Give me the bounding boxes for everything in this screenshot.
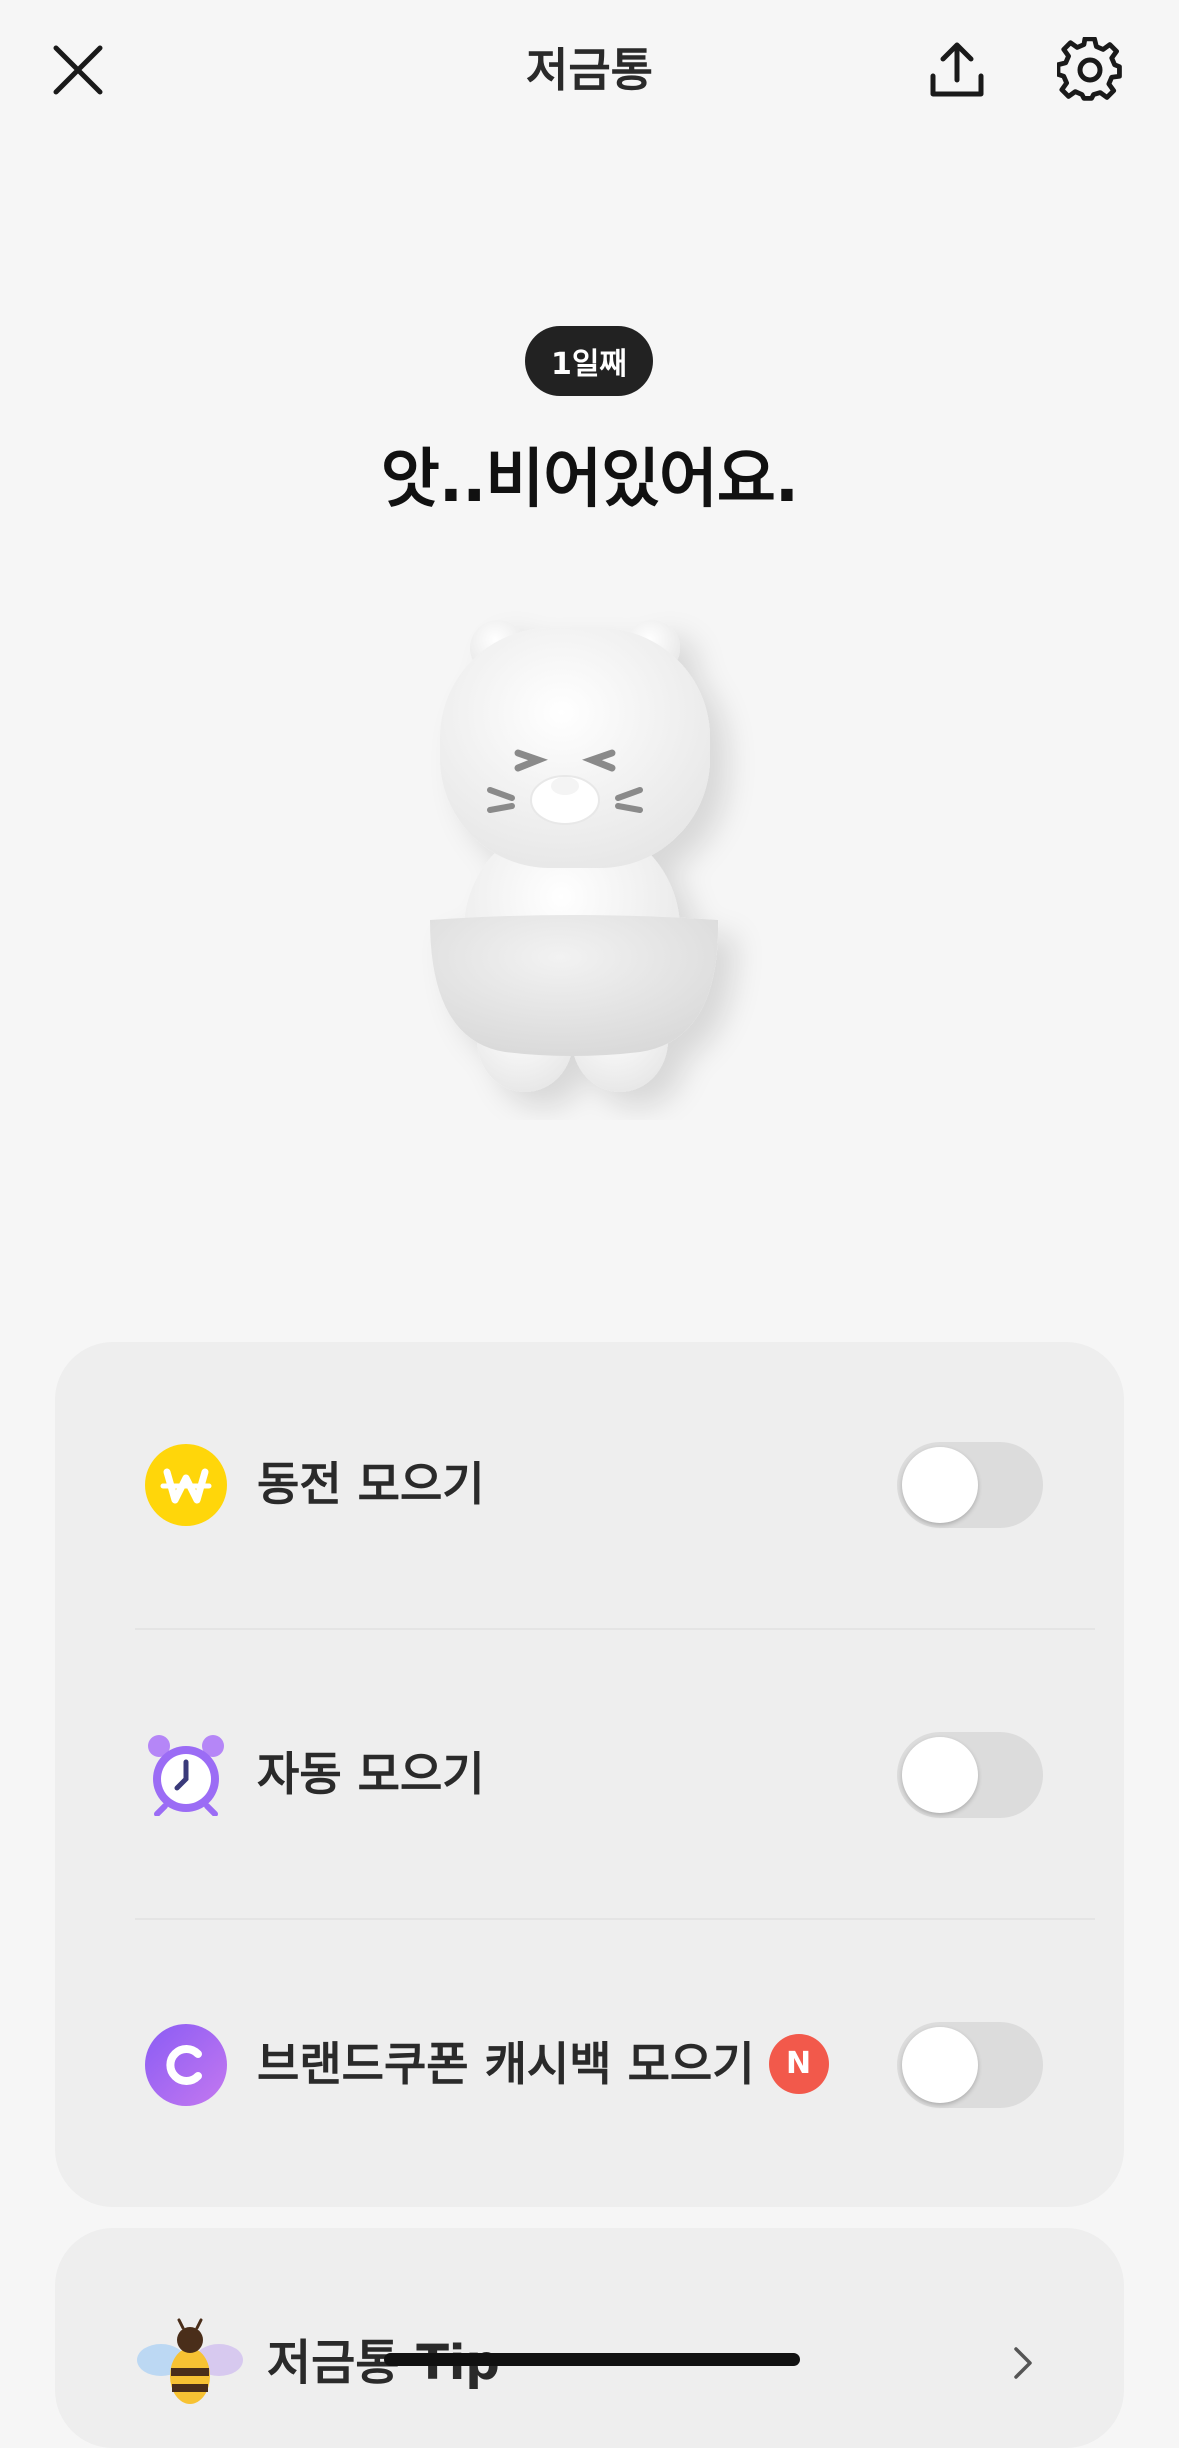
top-bar: 저금통 bbox=[0, 0, 1179, 140]
toggle-knob bbox=[902, 1447, 978, 1523]
cashback-toggle[interactable] bbox=[897, 2022, 1043, 2108]
toggle-knob bbox=[902, 2027, 978, 2103]
option-label: 동전 모으기 bbox=[257, 1457, 485, 1511]
divider bbox=[135, 1918, 1095, 1920]
option-label: 브랜드쿠폰 캐시백 모으기 N bbox=[257, 1964, 829, 2164]
new-badge: N bbox=[768, 2033, 829, 2094]
option-row-auto[interactable]: 자동 모으기 bbox=[55, 1674, 1124, 1874]
gear-icon bbox=[1057, 37, 1122, 101]
chevron-right-icon bbox=[1014, 2347, 1032, 2379]
option-row-cashback[interactable]: 브랜드쿠폰 캐시백 모으기 N bbox=[55, 1964, 1124, 2164]
alarm-clock-icon bbox=[148, 1735, 224, 1816]
empty-bear-character bbox=[400, 600, 780, 1120]
page-title: 저금통 bbox=[526, 43, 653, 97]
settings-button[interactable] bbox=[1050, 30, 1130, 110]
auto-toggle[interactable] bbox=[897, 1732, 1043, 1818]
divider bbox=[135, 1628, 1095, 1630]
option-label: 자동 모으기 bbox=[257, 1747, 485, 1801]
piggy-status-text: 앗..비어있어요. bbox=[380, 443, 799, 517]
day-count-badge: 1일째 bbox=[525, 326, 653, 396]
toggle-knob bbox=[902, 1737, 978, 1813]
tip-row[interactable]: 저금통 Tip bbox=[55, 2228, 1124, 2448]
home-indicator bbox=[384, 2353, 800, 2366]
cashback-c-icon bbox=[145, 2024, 227, 2106]
won-coin-icon bbox=[145, 1444, 227, 1526]
coin-toggle[interactable] bbox=[897, 1442, 1043, 1528]
share-upload-icon bbox=[930, 42, 984, 97]
option-row-coin[interactable]: 동전 모으기 bbox=[55, 1384, 1124, 1584]
option-label-text: 브랜드쿠폰 캐시백 모으기 bbox=[257, 2037, 755, 2091]
bee-icon bbox=[137, 2318, 243, 2404]
saving-options-card: 동전 모으기 자동 모으기 브랜드쿠폰 캐시백 모으기 N bbox=[55, 1342, 1124, 2207]
share-button[interactable] bbox=[917, 30, 997, 110]
